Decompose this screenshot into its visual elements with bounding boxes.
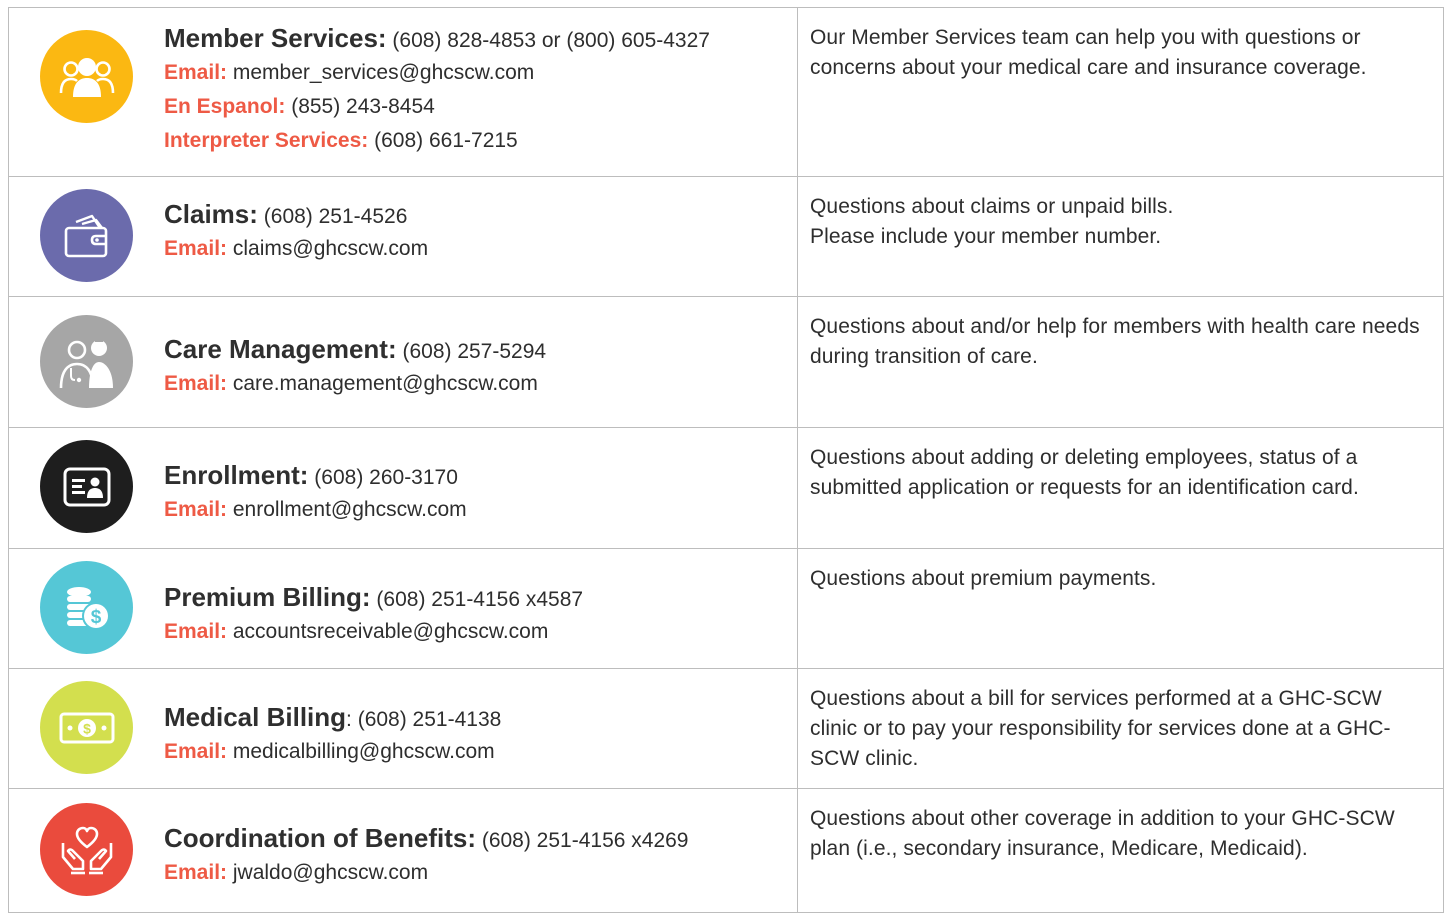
spanish-line: En Espanol: (855) 243-8454 xyxy=(164,90,710,124)
table-row: Claims: (608) 251-4526 Email: claims@ghc… xyxy=(9,177,1444,297)
phone-number[interactable]: : (608) 251-4138 xyxy=(346,708,501,731)
contact-cell: Claims: (608) 251-4526 Email: claims@ghc… xyxy=(9,177,798,296)
table-row: Coordination of Benefits: (608) 251-4156… xyxy=(9,789,1444,913)
email-line: Email: accountsreceivable@ghcscw.com xyxy=(164,615,583,649)
table-row: $ Premium Billing: (608) 251-4156 x4587 … xyxy=(9,549,1444,669)
spanish-label: En Espanol: xyxy=(164,95,286,118)
contact-cell: Care Management: (608) 257-5294 Email: c… xyxy=(9,297,798,427)
contact-heading: Enrollment: (608) 260-3170 xyxy=(164,460,467,493)
service-name: Care Management: xyxy=(164,334,397,364)
contact-cell: Coordination of Benefits: (608) 251-4156… xyxy=(9,789,798,912)
phone-number[interactable]: (608) 828-4853 or (800) 605-4327 xyxy=(392,29,710,52)
svg-text:$: $ xyxy=(90,607,101,628)
description-cell: Our Member Services team can help you wi… xyxy=(798,8,1444,176)
contact-heading: Coordination of Benefits: (608) 251-4156… xyxy=(164,823,689,856)
contact-info: Care Management: (608) 257-5294 Email: c… xyxy=(164,334,546,401)
email-label: Email: xyxy=(164,861,228,884)
table-row: Enrollment: (608) 260-3170 Email: enroll… xyxy=(9,428,1444,549)
id-card-icon xyxy=(40,440,133,533)
phone-number[interactable]: (608) 251-4156 x4587 xyxy=(376,588,583,611)
banknote-icon: $ xyxy=(40,681,133,774)
contact-table: Member Services: (608) 828-4853 or (800)… xyxy=(8,7,1444,913)
description-cell: Questions about claims or unpaid bills. … xyxy=(798,177,1444,296)
email-label: Email: xyxy=(164,237,228,260)
email-line: Email: member_services@ghcscw.com xyxy=(164,56,710,90)
contact-info: Premium Billing: (608) 251-4156 x4587 Em… xyxy=(164,582,583,649)
svg-text:$: $ xyxy=(83,720,91,736)
interpreter-line: Interpreter Services: (608) 661-7215 xyxy=(164,124,710,158)
service-name: Claims: xyxy=(164,199,258,229)
description-cell: Questions about and/or help for members … xyxy=(798,297,1444,427)
service-name: Member Services: xyxy=(164,23,387,53)
phone-number[interactable]: (608) 251-4156 x4269 xyxy=(482,829,689,852)
phone-number[interactable]: (608) 251-4526 xyxy=(264,205,408,228)
table-row: Member Services: (608) 828-4853 or (800)… xyxy=(9,8,1444,177)
wallet-icon xyxy=(40,189,133,282)
people-group-icon xyxy=(40,30,133,123)
email-label: Email: xyxy=(164,740,228,763)
contact-heading: Premium Billing: (608) 251-4156 x4587 xyxy=(164,582,583,615)
email-address[interactable]: member_services@ghcscw.com xyxy=(233,61,534,84)
email-address[interactable]: medicalbilling@ghcscw.com xyxy=(233,740,495,763)
contact-heading: Medical Billing: (608) 251-4138 xyxy=(164,702,501,735)
email-label: Email: xyxy=(164,61,228,84)
phone-number[interactable]: (855) 243-8454 xyxy=(291,95,435,118)
email-label: Email: xyxy=(164,372,228,395)
email-label: Email: xyxy=(164,498,228,521)
description-cell: Questions about adding or deleting emplo… xyxy=(798,428,1444,548)
coins-icon: $ xyxy=(40,561,133,654)
table-row: Care Management: (608) 257-5294 Email: c… xyxy=(9,297,1444,428)
service-name: Enrollment: xyxy=(164,460,309,490)
contact-heading: Claims: (608) 251-4526 xyxy=(164,199,428,232)
contact-heading: Member Services: (608) 828-4853 or (800)… xyxy=(164,23,710,56)
contact-info: Coordination of Benefits: (608) 251-4156… xyxy=(164,823,689,890)
email-line: Email: enrollment@ghcscw.com xyxy=(164,493,467,527)
email-label: Email: xyxy=(164,620,228,643)
email-line: Email: care.management@ghcscw.com xyxy=(164,367,546,401)
description-cell: Questions about a bill for services perf… xyxy=(798,669,1444,788)
table-row: $ Medical Billing: (608) 251-4138 Email:… xyxy=(9,669,1444,789)
contact-cell: $ Premium Billing: (608) 251-4156 x4587 … xyxy=(9,549,798,668)
email-address[interactable]: enrollment@ghcscw.com xyxy=(233,498,467,521)
email-address[interactable]: claims@ghcscw.com xyxy=(233,237,428,260)
doctor-nurse-icon xyxy=(40,315,133,408)
contact-info: Member Services: (608) 828-4853 or (800)… xyxy=(164,23,710,158)
contact-cell: $ Medical Billing: (608) 251-4138 Email:… xyxy=(9,669,798,788)
contact-info: Enrollment: (608) 260-3170 Email: enroll… xyxy=(164,460,467,527)
contact-info: Claims: (608) 251-4526 Email: claims@ghc… xyxy=(164,199,428,266)
email-line: Email: medicalbilling@ghcscw.com xyxy=(164,735,501,769)
interpreter-label: Interpreter Services: xyxy=(164,129,369,152)
contact-info: Medical Billing: (608) 251-4138 Email: m… xyxy=(164,702,501,769)
description-cell: Questions about premium payments. xyxy=(798,549,1444,668)
description-cell: Questions about other coverage in additi… xyxy=(798,789,1444,912)
email-address[interactable]: accountsreceivable@ghcscw.com xyxy=(233,620,548,643)
email-address[interactable]: care.management@ghcscw.com xyxy=(233,372,538,395)
email-line: Email: claims@ghcscw.com xyxy=(164,232,428,266)
email-line: Email: jwaldo@ghcscw.com xyxy=(164,856,689,890)
phone-number[interactable]: (608) 661-7215 xyxy=(374,129,518,152)
service-name: Coordination of Benefits: xyxy=(164,823,476,853)
service-name: Medical Billing xyxy=(164,702,347,732)
contact-cell: Enrollment: (608) 260-3170 Email: enroll… xyxy=(9,428,798,548)
phone-number[interactable]: (608) 257-5294 xyxy=(402,340,546,363)
email-address[interactable]: jwaldo@ghcscw.com xyxy=(233,861,428,884)
heart-hands-icon xyxy=(40,803,133,896)
service-name: Premium Billing: xyxy=(164,582,371,612)
contact-cell: Member Services: (608) 828-4853 or (800)… xyxy=(9,8,798,176)
phone-number[interactable]: (608) 260-3170 xyxy=(314,466,458,489)
contact-heading: Care Management: (608) 257-5294 xyxy=(164,334,546,367)
